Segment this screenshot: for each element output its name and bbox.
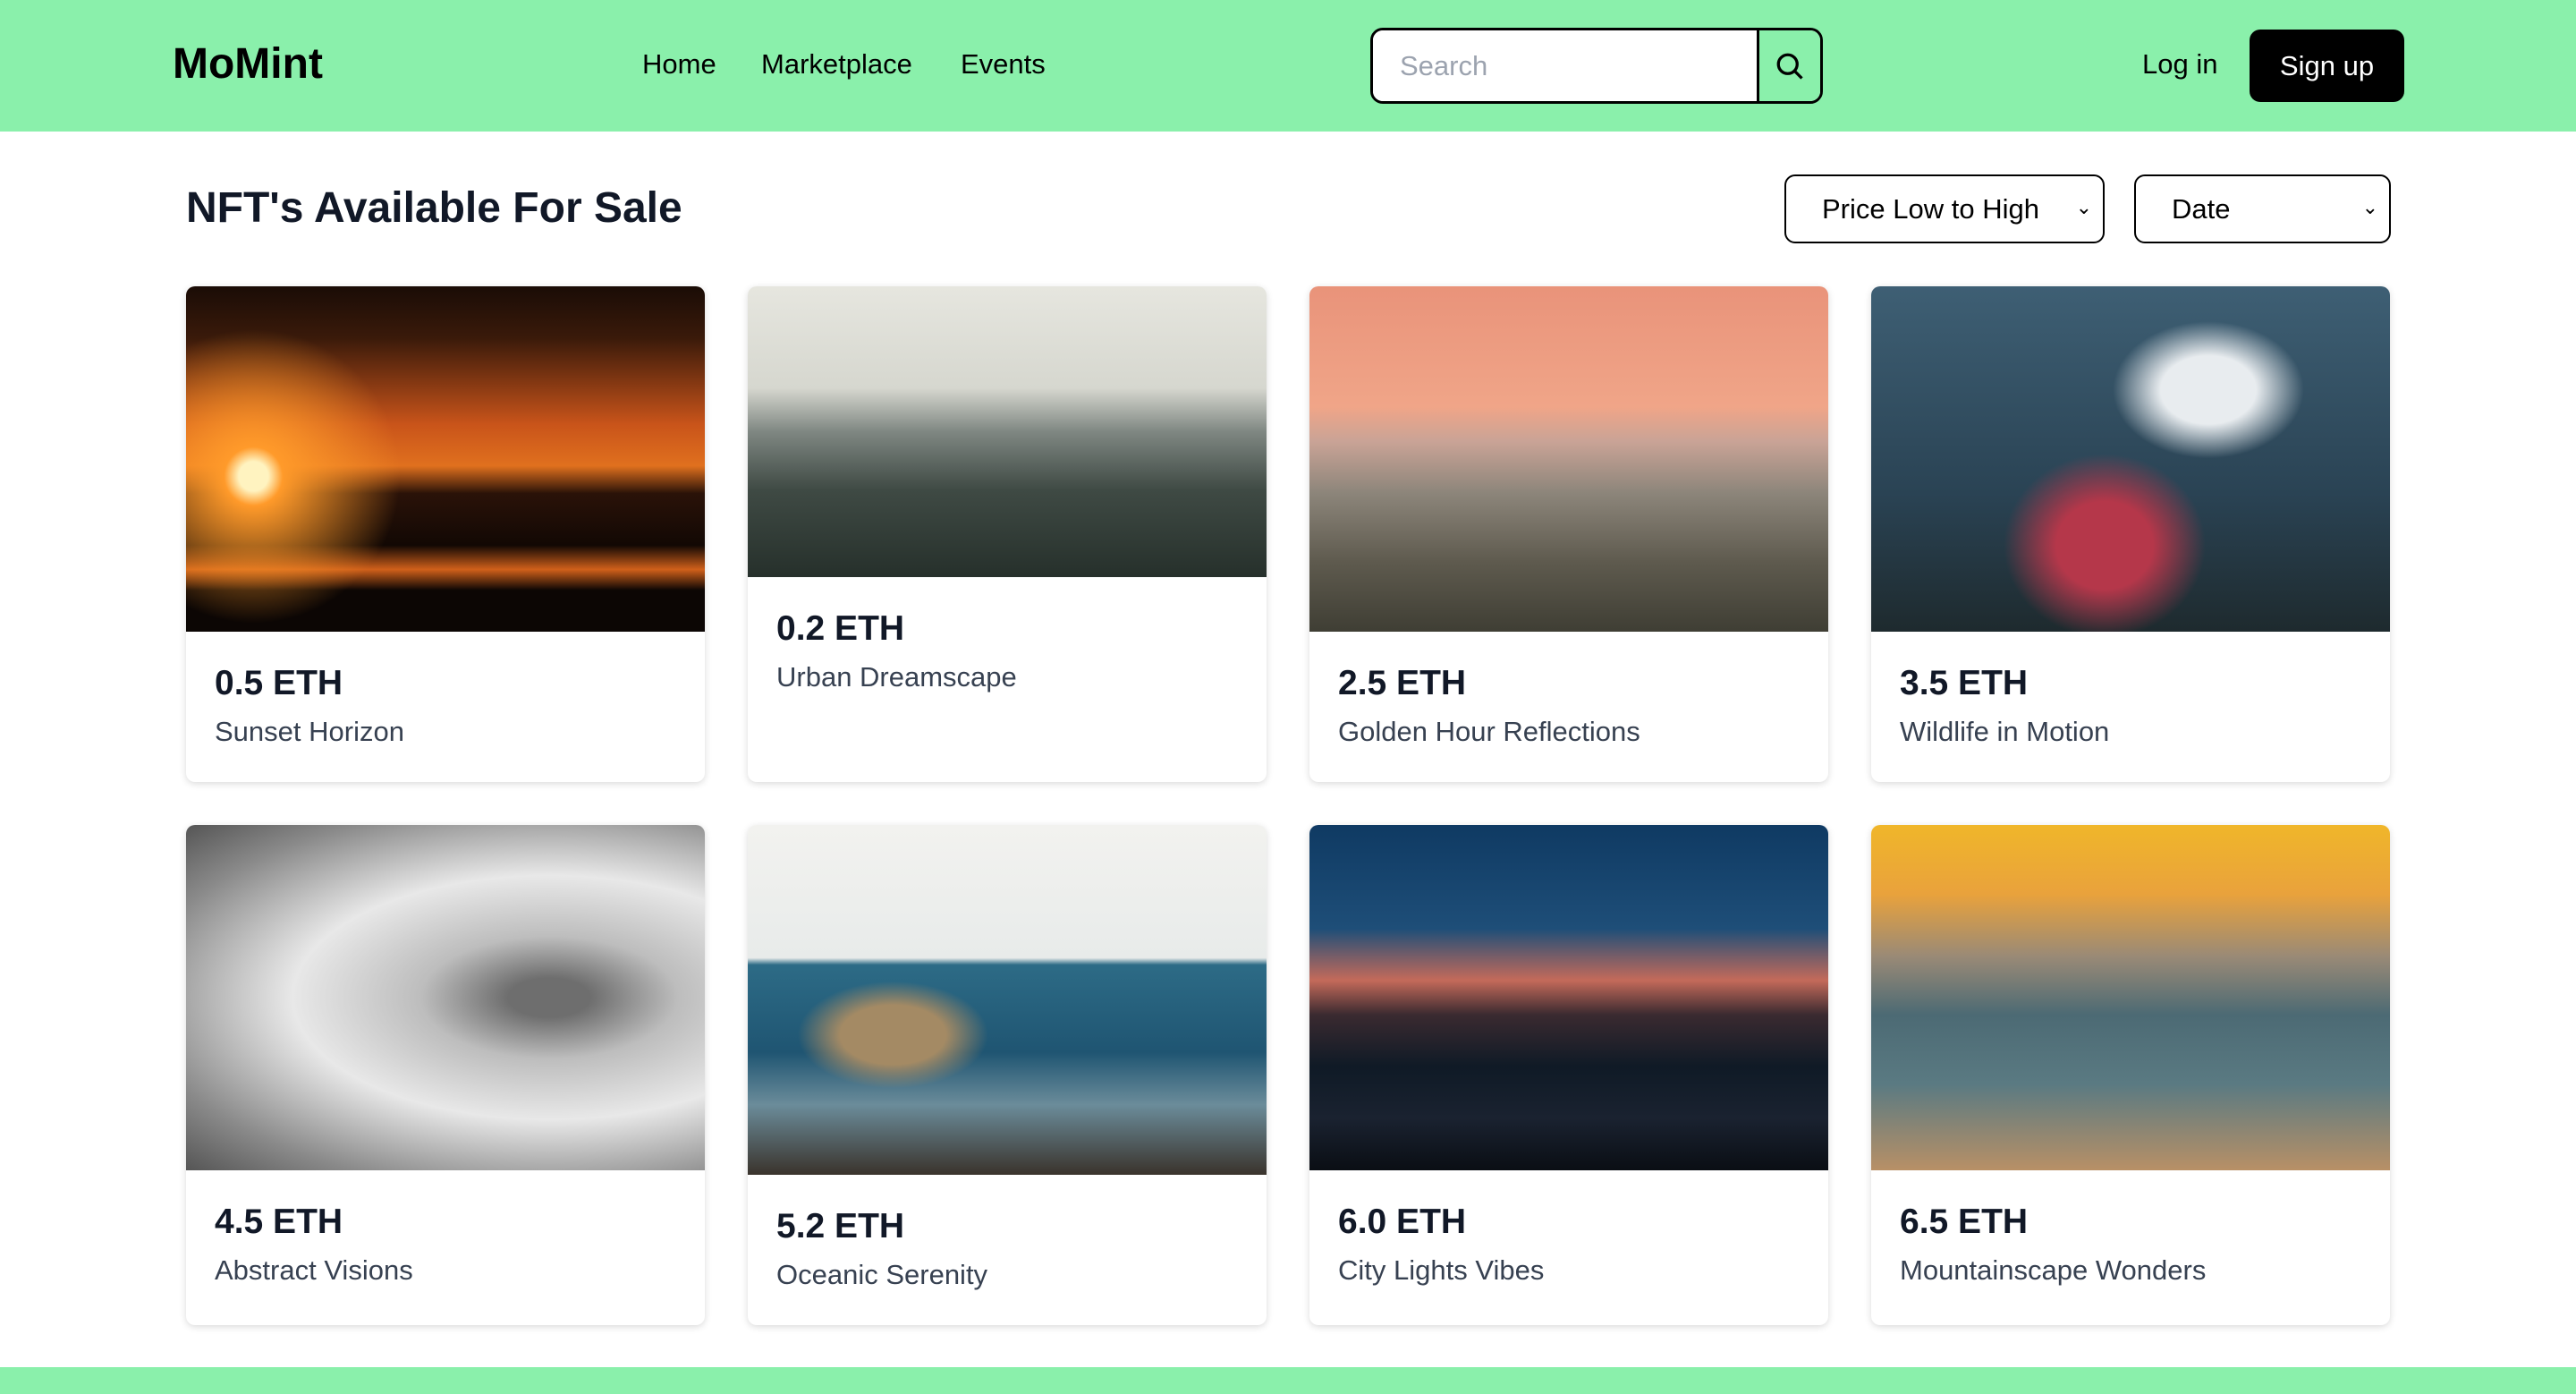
nft-price: 6.5 ETH <box>1900 1203 2029 1241</box>
nft-image <box>748 825 1267 1175</box>
nft-name: Mountainscape Wonders <box>1900 1254 2207 1286</box>
chevron-down-icon: ⌄ <box>2075 196 2092 218</box>
nft-price: 2.5 ETH <box>1338 664 1467 702</box>
nft-price: 0.5 ETH <box>215 664 343 702</box>
search-button[interactable] <box>1757 30 1820 101</box>
nft-card[interactable]: 3.5 ETH Wildlife in Motion <box>1871 286 2390 782</box>
nft-price: 4.5 ETH <box>215 1203 343 1241</box>
login-link[interactable]: Log in <box>2142 48 2217 81</box>
nft-card[interactable]: 0.2 ETH Urban Dreamscape <box>748 286 1267 782</box>
nft-name: Wildlife in Motion <box>1900 716 2110 747</box>
nft-price: 6.0 ETH <box>1338 1203 1467 1241</box>
logo[interactable]: MoMint <box>173 39 323 89</box>
nft-image <box>186 286 705 632</box>
nft-price: 0.2 ETH <box>776 609 905 648</box>
nft-image <box>1871 825 2390 1170</box>
nft-card[interactable]: 6.0 ETH City Lights Vibes <box>1309 825 1828 1325</box>
search-icon <box>1776 53 1803 80</box>
nft-price: 5.2 ETH <box>776 1207 905 1245</box>
nft-card[interactable]: 2.5 ETH Golden Hour Reflections <box>1309 286 1828 782</box>
nft-card[interactable]: 5.2 ETH Oceanic Serenity <box>748 825 1267 1325</box>
nft-name: Abstract Visions <box>215 1254 413 1286</box>
nav-marketplace[interactable]: Marketplace <box>761 48 912 81</box>
search-input[interactable] <box>1373 30 1757 101</box>
sort-select[interactable]: Price Low to High ⌄ <box>1784 174 2105 243</box>
nft-image <box>186 825 705 1170</box>
date-select-value: Date <box>2172 192 2231 225</box>
nav-events[interactable]: Events <box>961 48 1046 81</box>
nft-card[interactable]: 0.5 ETH Sunset Horizon <box>186 286 705 782</box>
nft-name: Sunset Horizon <box>215 716 404 747</box>
nft-card[interactable]: 6.5 ETH Mountainscape Wonders <box>1871 825 2390 1325</box>
nft-image <box>1871 286 2390 632</box>
signup-button[interactable]: Sign up <box>2250 30 2404 102</box>
page-title: NFT's Available For Sale <box>186 184 682 232</box>
top-navbar: MoMint Home Marketplace Events Log in Si… <box>0 0 2576 132</box>
nft-name: Golden Hour Reflections <box>1338 716 1640 747</box>
chevron-down-icon: ⌄ <box>2361 196 2378 218</box>
nft-card[interactable]: 4.5 ETH Abstract Visions <box>186 825 705 1325</box>
nft-image <box>748 286 1267 577</box>
nft-price: 3.5 ETH <box>1900 664 2029 702</box>
footer-bar <box>0 1367 2576 1394</box>
nav-home[interactable]: Home <box>642 48 716 81</box>
nft-image <box>1309 286 1828 632</box>
nft-image <box>1309 825 1828 1170</box>
nft-name: City Lights Vibes <box>1338 1254 1545 1286</box>
date-select[interactable]: Date ⌄ <box>2134 174 2391 243</box>
nft-name: Oceanic Serenity <box>776 1259 988 1290</box>
nft-name: Urban Dreamscape <box>776 661 1017 693</box>
sort-select-value: Price Low to High <box>1822 192 2039 225</box>
search-bar <box>1370 28 1823 104</box>
